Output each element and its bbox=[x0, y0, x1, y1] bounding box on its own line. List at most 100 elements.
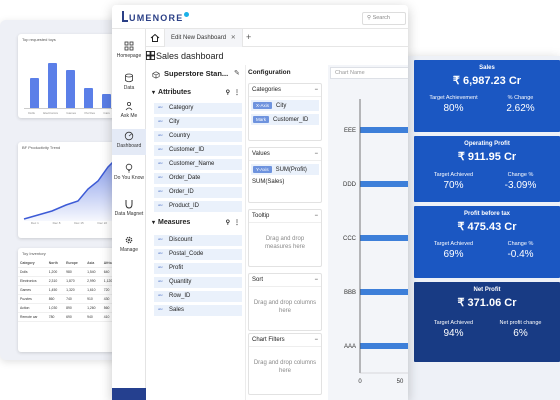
nav-footer-bar bbox=[112, 388, 146, 400]
mini-table-title: Toy Inventory bbox=[22, 251, 46, 256]
tab-label: Edit New Dashboard bbox=[171, 35, 227, 41]
attribute-field[interactable]: abc City bbox=[154, 117, 242, 128]
sort-box[interactable]: Sort − Drag and drop columns here bbox=[248, 273, 322, 331]
mini-x-label: Dec 22 bbox=[97, 221, 108, 225]
value-chip[interactable]: Y-Axis SUM(Profit) bbox=[251, 164, 319, 175]
add-tab-button[interactable]: + bbox=[246, 32, 251, 42]
mini-cat: Puzzles bbox=[84, 111, 95, 115]
field-label: Country bbox=[169, 133, 191, 139]
minus-icon[interactable]: − bbox=[314, 213, 318, 219]
chip-tag: Mark bbox=[253, 116, 269, 123]
minus-icon[interactable]: − bbox=[314, 87, 318, 93]
nav-item-do-you-know[interactable]: Do You Know bbox=[112, 163, 146, 193]
search-icon[interactable]: ⚲ bbox=[226, 89, 230, 96]
measure-field[interactable]: abc Row_ID bbox=[154, 291, 242, 302]
logo-text: UMENORE bbox=[129, 13, 184, 23]
value-chip-plain[interactable]: SUM(Sales) bbox=[249, 175, 321, 189]
search-input[interactable]: ⚲ Search bbox=[362, 12, 406, 25]
mini-x-label: Dec 15 bbox=[74, 221, 84, 225]
kpi-label: Target Achieved bbox=[433, 172, 474, 178]
table-row: Electronics 2,310 1,870 2,990 1,120 bbox=[18, 276, 120, 286]
configuration-panel: Configuration Categories − X-Axis City Mar… bbox=[245, 65, 325, 400]
kpi-metric: 70% bbox=[443, 180, 464, 191]
more-options-icon[interactable]: ⋮ bbox=[234, 219, 240, 226]
table-row: Puzzles 860 740 910 430 bbox=[18, 294, 120, 304]
mini-bar bbox=[102, 94, 111, 108]
drop-hint: Drag and drop columns here bbox=[253, 360, 317, 375]
dashboard-grid-icon bbox=[146, 51, 155, 60]
attribute-field[interactable]: abc Customer_ID bbox=[154, 145, 242, 156]
x-tick-label: 50 bbox=[397, 379, 404, 385]
measure-field[interactable]: abc Profit bbox=[154, 263, 242, 274]
measure-field[interactable]: abc Sales bbox=[154, 305, 242, 316]
nav-item-homepage[interactable]: Homepage bbox=[112, 41, 146, 69]
text-type-icon: abc bbox=[158, 307, 163, 311]
top-bar: UMENORE ⚲ Search bbox=[112, 5, 408, 29]
kpi-title: Operating Profit bbox=[464, 141, 510, 147]
home-icon[interactable] bbox=[150, 33, 160, 43]
text-type-icon: abc bbox=[158, 161, 163, 165]
background-dashboard-left: Top requested toys Dolls Electronics Gam… bbox=[0, 20, 130, 360]
categories-box[interactable]: Categories − X-Axis City Mark Customer_ID bbox=[248, 83, 322, 141]
attribute-field[interactable]: abc Product_ID bbox=[154, 201, 242, 212]
table-cell: 860 bbox=[46, 294, 65, 304]
values-box[interactable]: Values − Y-Axis SUM(Profit) SUM(Sales) bbox=[248, 147, 322, 203]
attribute-field[interactable]: abc Order_ID bbox=[154, 187, 242, 198]
attribute-field[interactable]: abc Category bbox=[154, 103, 242, 114]
kpi-card-operating-profit: Operating Profit ₹ 911.95 Cr Target Achi… bbox=[414, 136, 560, 202]
kpi-metric: 94% bbox=[443, 328, 464, 339]
chart-filters-box[interactable]: Chart Filters − Drag and drop columns her… bbox=[248, 333, 322, 395]
text-type-icon: abc bbox=[158, 293, 163, 297]
ask-me-icon bbox=[125, 101, 133, 111]
attributes-header[interactable]: ▾ Attributes ⚲ ⋮ bbox=[152, 89, 242, 96]
search-icon[interactable]: ⚲ bbox=[226, 219, 230, 226]
more-options-icon[interactable]: ⋮ bbox=[234, 89, 240, 96]
measure-field[interactable]: abc Postal_Code bbox=[154, 249, 242, 260]
close-icon[interactable]: ✕ bbox=[231, 35, 236, 41]
tab-bar: Edit New Dashboard ✕ + bbox=[146, 29, 408, 47]
measure-field[interactable]: abc Quantity bbox=[154, 277, 242, 288]
tooltip-box[interactable]: Tooltip − Drag and drop measures here bbox=[248, 209, 322, 267]
attribute-field[interactable]: abc Country bbox=[154, 131, 242, 142]
nav-item-dashboard[interactable]: Dashboard bbox=[112, 129, 146, 155]
measure-field[interactable]: abc Discount bbox=[154, 235, 242, 246]
category-chip[interactable]: Mark Customer_ID bbox=[251, 114, 319, 125]
nav-label: Homepage bbox=[116, 53, 142, 59]
search-icon: ⚲ bbox=[367, 15, 372, 21]
nav-item-ask-me[interactable]: Ask Me bbox=[112, 101, 146, 125]
dataset-name[interactable]: Superstore Stan... bbox=[164, 69, 244, 78]
bar-chart: EEE DDD CCC BBB AAA 0 50 bbox=[343, 99, 408, 385]
attribute-field[interactable]: abc Order_Date bbox=[154, 173, 242, 184]
nav-label: Ask Me bbox=[120, 113, 138, 119]
tab-edit-new-dashboard[interactable]: Edit New Dashboard ✕ bbox=[164, 29, 243, 47]
attribute-field[interactable]: abc Customer_Name bbox=[154, 159, 242, 170]
chevron-down-icon: ▾ bbox=[152, 220, 156, 226]
kpi-label: % Change bbox=[507, 95, 534, 101]
table-cell: 2,310 bbox=[46, 276, 65, 286]
lightbulb-icon bbox=[125, 163, 133, 173]
field-label: Category bbox=[169, 105, 194, 111]
minus-icon[interactable]: − bbox=[314, 277, 318, 283]
nav-item-data[interactable]: Data bbox=[112, 73, 146, 97]
nav-item-manage[interactable]: Manage bbox=[112, 235, 146, 259]
edit-icon[interactable]: ✎ bbox=[234, 69, 240, 77]
kpi-value: ₹ 6,987.23 Cr bbox=[452, 75, 522, 87]
category-chip[interactable]: X-Axis City bbox=[251, 100, 319, 111]
nav-item-data-magnet[interactable]: Data Magnet bbox=[112, 199, 146, 229]
table-cell: 1,320 bbox=[64, 285, 86, 295]
measures-header[interactable]: ▾ Measures ⚲ ⋮ bbox=[152, 219, 242, 226]
minus-icon[interactable]: − bbox=[314, 337, 318, 343]
minus-icon[interactable]: − bbox=[314, 151, 318, 157]
table-row: Games 1,450 1,320 1,610 720 bbox=[18, 285, 120, 295]
app-logo[interactable]: UMENORE bbox=[122, 11, 190, 23]
box-label: Chart Filters bbox=[252, 337, 285, 343]
chart-name-input[interactable]: Chart Name bbox=[330, 67, 408, 79]
y-tick-label: CCC bbox=[343, 236, 357, 242]
kpi-title: Profit before tax bbox=[463, 211, 510, 217]
table-row: Action 1,030 890 1,260 560 bbox=[18, 303, 120, 313]
box-label: Categories bbox=[252, 87, 282, 93]
kpi-card-sales: Sales ₹ 6,987.23 Cr Target Achievement % … bbox=[414, 60, 560, 132]
kpi-label: Change % bbox=[507, 241, 534, 247]
box-label: Sort bbox=[252, 277, 264, 283]
mini-table-header: Europe bbox=[64, 259, 86, 268]
